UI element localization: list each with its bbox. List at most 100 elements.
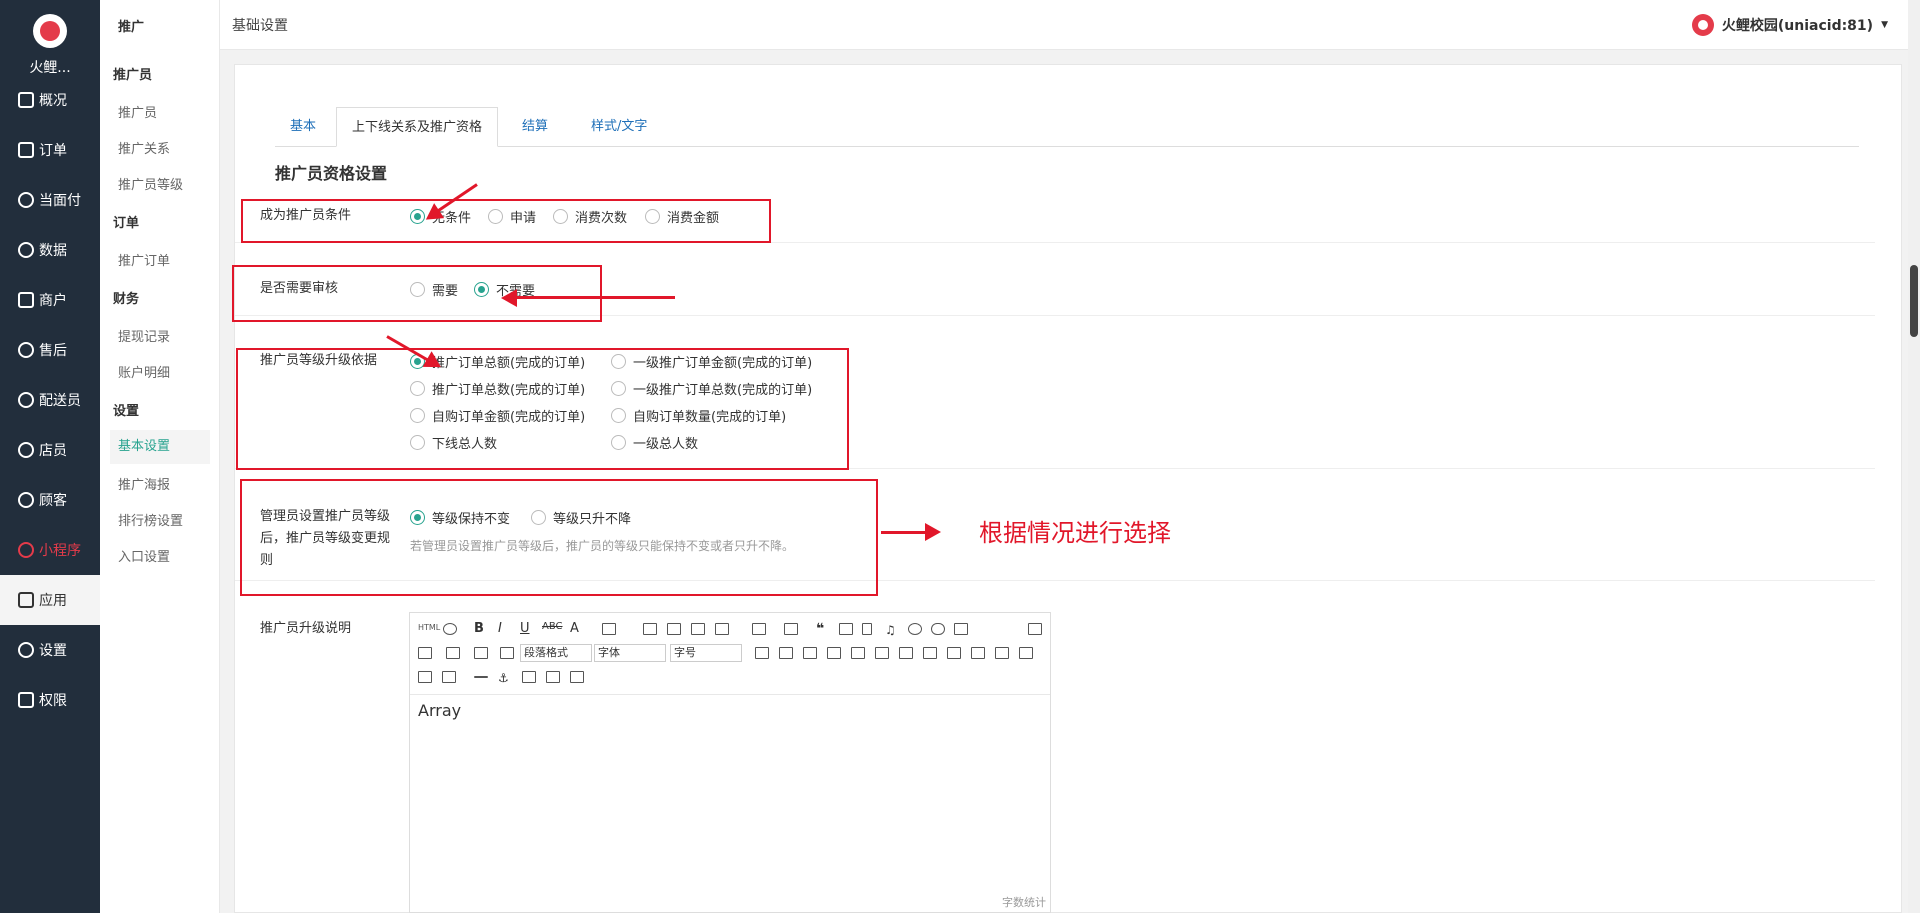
subnav-item-poster[interactable]: 推广海报 <box>118 474 170 493</box>
sidebar-item-orders[interactable]: 订单 <box>0 125 100 175</box>
unordered-list-icon[interactable] <box>784 623 798 635</box>
link-icon[interactable] <box>931 623 945 635</box>
emoji-icon[interactable] <box>908 623 922 635</box>
subnav-item-basic-settings[interactable]: 基本设置 <box>110 430 210 464</box>
subnav-item-account-detail[interactable]: 账户明细 <box>118 362 170 381</box>
sidebar-item-facepay[interactable]: 当面付 <box>0 175 100 225</box>
rich-text-editor[interactable]: HTML B I U ABC A ❝ ♫ 段落格式 字体 字号 ⚓ Array … <box>409 612 1051 913</box>
print-icon[interactable] <box>546 671 560 683</box>
underline-icon[interactable]: U <box>520 621 534 636</box>
paragraph-format-select[interactable]: 段落格式 <box>520 644 592 662</box>
courier-icon <box>18 392 34 408</box>
sidebar-item-data[interactable]: 数据 <box>0 225 100 275</box>
bold-icon[interactable]: B <box>474 621 488 636</box>
customer-icon <box>18 492 34 508</box>
subnav-item-relations[interactable]: 推广关系 <box>118 138 170 157</box>
video-icon[interactable] <box>862 623 872 635</box>
paste-plain-icon[interactable] <box>570 671 584 683</box>
font-color-icon[interactable]: A <box>570 621 584 636</box>
align-center-icon[interactable] <box>667 623 681 635</box>
delete-row-icon[interactable] <box>875 647 889 659</box>
subnav-group-settings: 设置 <box>113 404 140 419</box>
subnav-item-withdrawals[interactable]: 提现记录 <box>118 326 170 345</box>
subnav-group-orders: 订单 <box>113 216 140 231</box>
sidebar-item-aftersale[interactable]: 售后 <box>0 325 100 375</box>
merge-down-icon[interactable] <box>971 647 985 659</box>
table-icon[interactable] <box>755 647 769 659</box>
user-menu[interactable]: 火鲤校园(uniacid:81) ▼ <box>1691 14 1888 36</box>
app-logo[interactable]: 火鲤... <box>0 0 100 78</box>
table-delete-icon[interactable] <box>442 671 456 683</box>
settings-tabs: 基本 上下线关系及推广资格 结算 样式/文字 <box>275 107 1859 147</box>
table-insert-icon[interactable] <box>779 647 793 659</box>
sidebar-item-miniapp[interactable]: 小程序 <box>0 525 100 575</box>
strikethrough-icon[interactable]: ABC <box>542 621 563 633</box>
annotation-arrow <box>511 296 675 299</box>
merge-cells-icon[interactable] <box>923 647 937 659</box>
subnav-group-promoter: 推广员 <box>113 68 153 83</box>
font-family-select[interactable]: 字体 <box>594 644 666 662</box>
preview-icon[interactable] <box>443 623 457 635</box>
row-spacing-top-icon[interactable] <box>418 647 432 659</box>
split-rows-icon[interactable] <box>1019 647 1033 659</box>
quote-icon[interactable]: ❝ <box>816 621 830 637</box>
upgrade-desc-label: 推广员升级说明 <box>260 621 352 636</box>
line-height-icon[interactable] <box>474 647 488 659</box>
fullscreen-icon[interactable] <box>1028 623 1042 635</box>
row-spacing-bottom-icon[interactable] <box>446 647 460 659</box>
brand-logo-icon <box>1691 14 1714 36</box>
caret-down-icon: ▼ <box>1881 20 1888 30</box>
clerk-icon <box>18 442 34 458</box>
annotation-box-review <box>232 265 602 322</box>
subnav-item-entry[interactable]: 入口设置 <box>118 546 170 565</box>
subnav-item-ranking[interactable]: 排行榜设置 <box>118 510 183 529</box>
tab-relations-qualification[interactable]: 上下线关系及推广资格 <box>336 107 499 147</box>
split-cells-icon[interactable] <box>995 647 1009 659</box>
sidebar-item-merchant[interactable]: 商户 <box>0 275 100 325</box>
align-left-icon[interactable] <box>643 623 657 635</box>
align-right-icon[interactable] <box>691 623 705 635</box>
italic-icon[interactable]: I <box>498 621 512 636</box>
section-title: 推广员资格设置 <box>275 164 388 183</box>
indent-icon[interactable] <box>500 647 514 659</box>
delete-col-icon[interactable] <box>899 647 913 659</box>
lock-icon <box>18 692 34 708</box>
merge-right-icon[interactable] <box>947 647 961 659</box>
subnav-item-promo-orders[interactable]: 推广订单 <box>118 250 170 269</box>
ordered-list-icon[interactable] <box>752 623 766 635</box>
sidebar-item-courier[interactable]: 配送员 <box>0 375 100 425</box>
music-icon[interactable]: ♫ <box>885 623 899 637</box>
split-cols-icon[interactable] <box>418 671 432 683</box>
tab-basic[interactable]: 基本 <box>275 107 331 147</box>
editor-toolbar: HTML B I U ABC A ❝ ♫ 段落格式 字体 字号 ⚓ <box>410 613 1050 695</box>
sidebar-item-apps[interactable]: 应用 <box>0 575 100 625</box>
word-count: 字数统计 <box>1002 896 1046 909</box>
sidebar-item-overview[interactable]: 概况 <box>0 75 100 125</box>
align-justify-icon[interactable] <box>715 623 729 635</box>
top-bar: 基础设置 火鲤校园(uniacid:81) ▼ <box>220 0 1920 50</box>
image-icon[interactable] <box>839 623 853 635</box>
page-scrollbar[interactable] <box>1908 0 1920 913</box>
subnav-item-levels[interactable]: 推广员等级 <box>118 174 183 193</box>
annotation-box-condition <box>241 199 771 243</box>
scrollbar-thumb[interactable] <box>1910 265 1918 337</box>
table-caption-icon[interactable] <box>803 647 817 659</box>
editor-content[interactable]: Array <box>418 701 461 720</box>
sidebar-item-permissions[interactable]: 权限 <box>0 675 100 725</box>
font-size-select[interactable]: 字号 <box>670 644 742 662</box>
yuan-icon <box>18 192 34 208</box>
horizontal-rule-icon[interactable] <box>474 676 488 678</box>
highlight-icon[interactable] <box>602 623 616 635</box>
html-source-icon[interactable]: HTML <box>418 623 440 635</box>
tab-settlement[interactable]: 结算 <box>507 107 563 147</box>
insert-row-icon[interactable] <box>827 647 841 659</box>
scrawl-icon[interactable] <box>522 671 536 683</box>
sidebar-item-settings[interactable]: 设置 <box>0 625 100 675</box>
sidebar-item-customer[interactable]: 顾客 <box>0 475 100 525</box>
eraser-icon[interactable] <box>954 623 968 635</box>
tab-style-text[interactable]: 样式/文字 <box>576 107 662 147</box>
insert-col-icon[interactable] <box>851 647 865 659</box>
sidebar-item-clerk[interactable]: 店员 <box>0 425 100 475</box>
anchor-icon[interactable]: ⚓ <box>498 671 512 685</box>
subnav-item-promoter[interactable]: 推广员 <box>118 102 157 121</box>
